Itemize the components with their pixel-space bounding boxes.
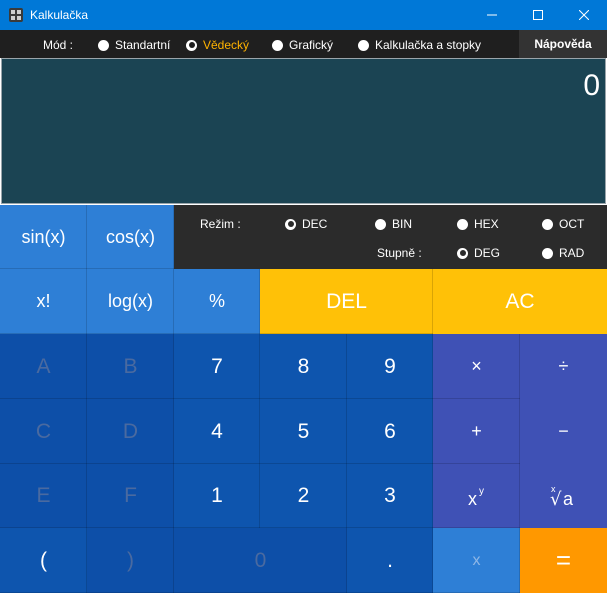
regime-radio-oct[interactable]: OCT — [542, 217, 584, 231]
minimize-icon — [487, 14, 497, 16]
delete-button[interactable]: DEL — [260, 269, 433, 334]
maximize-icon — [533, 10, 543, 20]
nth-root-button[interactable]: x √ a — [520, 464, 607, 528]
log-button[interactable]: log(x) — [87, 269, 174, 334]
svg-text:x: x — [468, 489, 477, 509]
radio-circle-icon — [457, 218, 468, 230]
digit-2-button[interactable]: 2 — [260, 464, 347, 528]
regime-option-label: HEX — [474, 217, 499, 231]
mode-option-label: Standartní — [115, 38, 171, 52]
digit-1-button[interactable]: 1 — [174, 464, 260, 528]
radio-checked-icon — [457, 247, 468, 259]
help-button[interactable]: Nápověda — [519, 30, 607, 58]
mode-label: Mód : — [43, 38, 74, 52]
close-button[interactable] — [561, 0, 607, 30]
factorial-button[interactable]: x! — [0, 269, 87, 334]
mode-option-label: Grafický — [289, 38, 334, 52]
regime-option-label: DEC — [302, 217, 328, 231]
right-paren-button[interactable]: ) — [87, 528, 174, 593]
radio-circle-icon — [98, 39, 109, 51]
hex-d-button[interactable]: D — [87, 399, 174, 464]
left-paren-button[interactable]: ( — [0, 528, 87, 593]
mode-option-label: Vědecký — [203, 38, 250, 52]
regime-option-label: BIN — [392, 217, 413, 231]
regime-radio-hex[interactable]: HEX — [457, 217, 499, 231]
svg-text:a: a — [563, 489, 574, 509]
radio-circle-icon — [375, 218, 386, 230]
degrees-label: Stupně : — [377, 246, 422, 260]
percent-button[interactable]: % — [174, 269, 260, 334]
radio-circle-icon — [542, 247, 553, 259]
digit-4-button[interactable]: 4 — [174, 399, 260, 464]
radio-circle-icon — [542, 218, 553, 230]
clear-all-button[interactable]: AC — [433, 269, 607, 334]
nth-root-icon: x √ a — [550, 484, 574, 510]
sin-button[interactable]: sin(x) — [0, 205, 87, 269]
digit-7-button[interactable]: 7 — [174, 334, 260, 399]
digit-9-button[interactable]: 9 — [347, 334, 433, 399]
radio-circle-icon — [272, 39, 283, 51]
calculator-app-icon — [9, 8, 23, 22]
hex-e-button[interactable]: E — [0, 464, 87, 528]
minus-button[interactable]: − — [520, 399, 607, 464]
radio-checked-icon — [285, 218, 296, 230]
decimal-point-button[interactable]: . — [347, 528, 433, 593]
degrees-radio-deg[interactable]: DEG — [457, 246, 500, 260]
digit-6-button[interactable]: 6 — [347, 399, 433, 464]
svg-text:√: √ — [550, 489, 562, 510]
digit-8-button[interactable]: 8 — [260, 334, 347, 399]
close-icon — [579, 10, 589, 20]
multiply-button[interactable]: × — [433, 334, 520, 399]
regime-option-label: OCT — [559, 217, 585, 231]
mode-radio-stopwatch[interactable]: Kalkulačka a stopky — [358, 38, 481, 52]
digit-0-button[interactable]: 0 — [174, 528, 347, 593]
hex-c-button[interactable]: C — [0, 399, 87, 464]
x-power-y-icon: x y — [468, 486, 484, 509]
variable-x-button[interactable]: x — [433, 528, 520, 593]
mode-radio-standard[interactable]: Standartní — [98, 38, 170, 52]
degrees-radio-rad[interactable]: RAD — [542, 246, 584, 260]
window-title: Kalkulačka — [30, 8, 89, 22]
svg-text:y: y — [479, 486, 484, 497]
regime-radio-dec[interactable]: DEC — [285, 217, 327, 231]
equals-button[interactable]: = — [520, 528, 607, 593]
regime-radio-bin[interactable]: BIN — [375, 217, 412, 231]
number-system-panel: Režim : DEC BIN HEX OCT Stupně : DEG RAD — [174, 205, 607, 269]
cos-button[interactable]: cos(x) — [87, 205, 174, 269]
mode-radio-scientific[interactable]: Vědecký — [186, 38, 249, 52]
regime-label: Režim : — [200, 217, 241, 231]
minimize-button[interactable] — [469, 0, 515, 30]
radio-circle-icon — [358, 39, 369, 51]
result-display: 0 — [1, 58, 606, 204]
degrees-option-label: RAD — [559, 246, 585, 260]
divide-button[interactable]: ÷ — [520, 334, 607, 399]
title-bar: Kalkulačka — [0, 0, 607, 30]
hex-a-button[interactable]: A — [0, 334, 87, 399]
radio-checked-icon — [186, 39, 197, 51]
mode-bar: Mód : Standartní Vědecký Grafický Kalkul… — [0, 30, 607, 58]
digit-3-button[interactable]: 3 — [347, 464, 433, 528]
hex-b-button[interactable]: B — [87, 334, 174, 399]
hex-f-button[interactable]: F — [87, 464, 174, 528]
plus-button[interactable]: + — [433, 399, 520, 464]
maximize-button[interactable] — [515, 0, 561, 30]
mode-option-label: Kalkulačka a stopky — [375, 38, 482, 52]
degrees-option-label: DEG — [474, 246, 501, 260]
digit-5-button[interactable]: 5 — [260, 399, 347, 464]
display-value: 0 — [583, 69, 600, 102]
power-button[interactable]: x y — [433, 464, 520, 528]
mode-radio-graphic[interactable]: Grafický — [272, 38, 333, 52]
